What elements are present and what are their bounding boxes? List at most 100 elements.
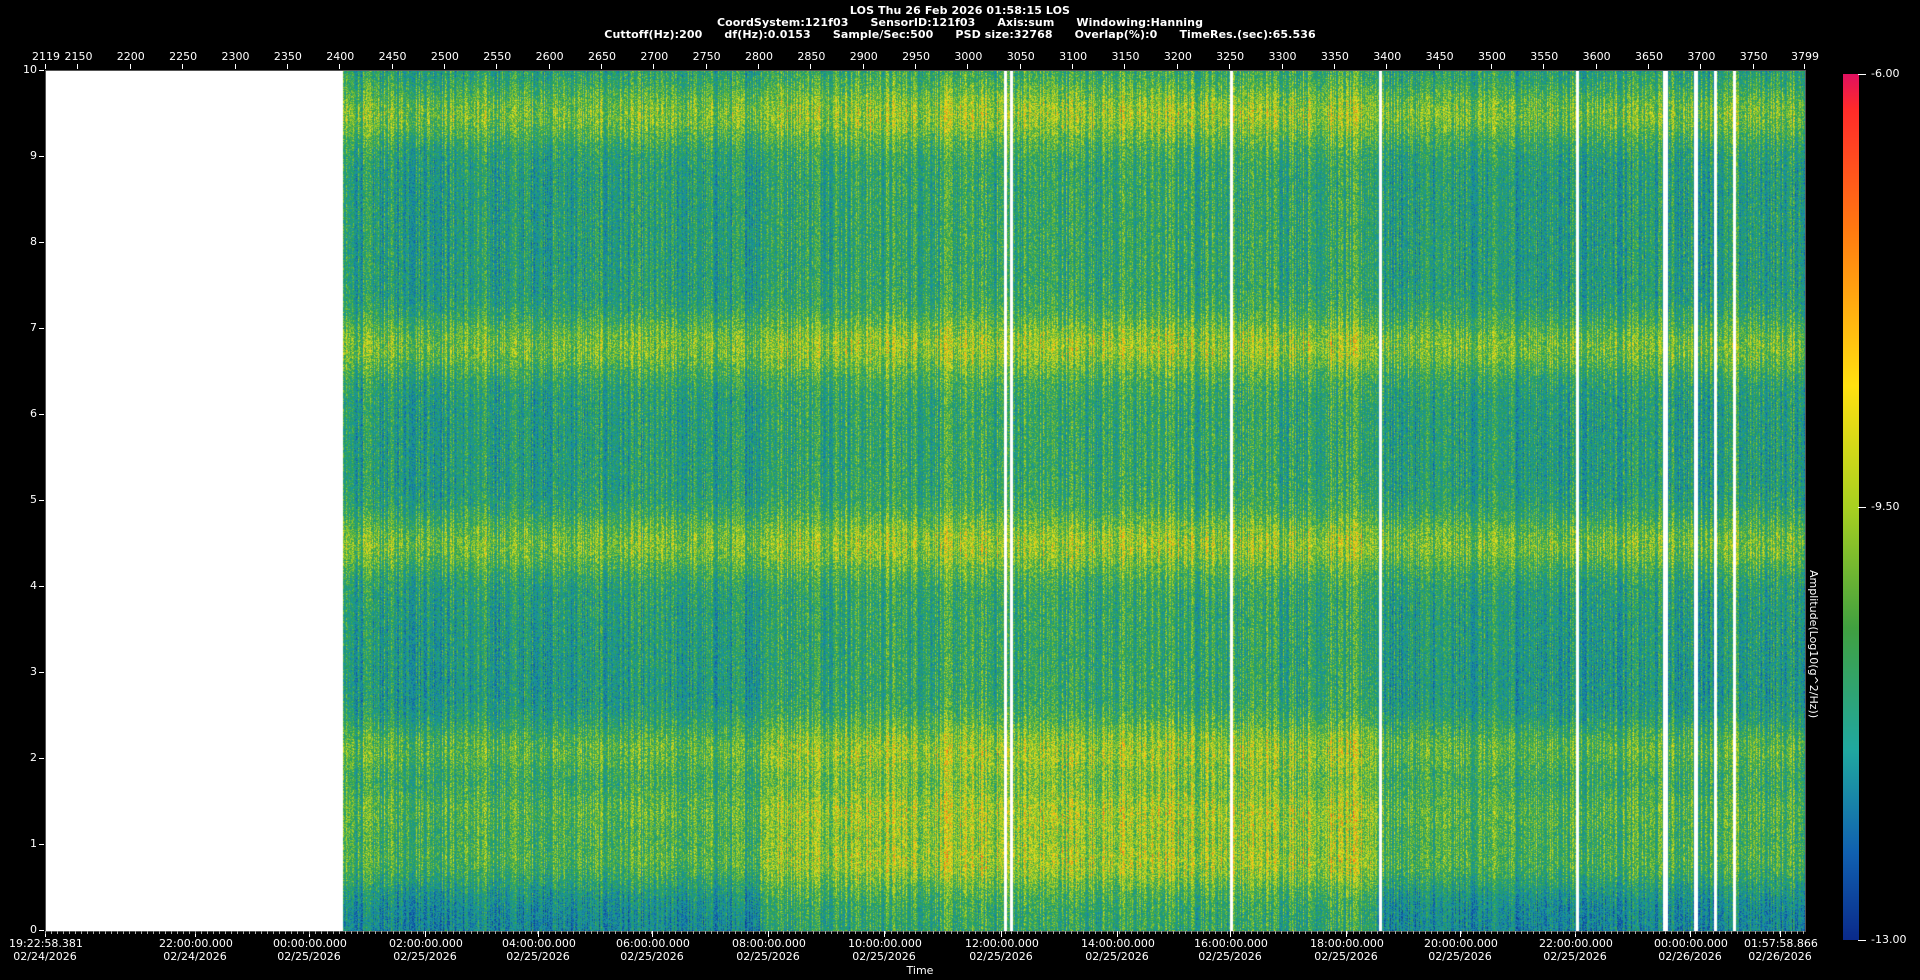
spectrogram-heatmap[interactable]	[46, 71, 1805, 931]
time-minor-tick	[855, 931, 856, 934]
time-minor-tick	[1143, 931, 1144, 934]
time-tick-time: 22:00:00.000	[1539, 937, 1613, 950]
time-minor-tick	[1287, 931, 1288, 934]
top-tick-label: 2900	[849, 50, 878, 63]
time-minor-tick	[753, 931, 754, 934]
time-minor-tick	[1647, 931, 1648, 934]
time-minor-tick	[1737, 931, 1738, 934]
time-minor-tick	[267, 931, 268, 934]
time-tick-time: 18:00:00.000	[1310, 937, 1384, 950]
top-tick-label: 3350	[1320, 50, 1349, 63]
time-minor-tick	[1437, 931, 1438, 934]
top-tick-label: 3150	[1111, 50, 1140, 63]
time-minor-tick	[375, 931, 376, 934]
time-minor-tick	[1323, 931, 1324, 934]
top-tick-label: 3400	[1373, 50, 1402, 63]
time-minor-tick	[273, 931, 274, 934]
time-tick-date: 02/25/2026	[277, 950, 341, 963]
time-tick-label: 10:00:00.000 02/25/2026	[848, 937, 922, 963]
time-tick-label: 12:00:00.000 02/25/2026	[965, 937, 1039, 963]
time-minor-tick	[1755, 931, 1756, 934]
time-tick-date: 02/25/2026	[1428, 950, 1492, 963]
time-minor-tick	[237, 931, 238, 934]
time-minor-tick	[321, 931, 322, 934]
time-minor-tick	[213, 931, 214, 934]
time-minor-tick	[243, 931, 244, 934]
time-tick-time: 06:00:00.000	[616, 937, 690, 950]
time-minor-tick	[597, 931, 598, 934]
time-minor-tick	[219, 931, 220, 934]
time-minor-tick	[117, 931, 118, 934]
time-minor-tick	[75, 931, 76, 934]
top-tick-mark	[339, 64, 341, 69]
time-minor-tick	[327, 931, 328, 934]
time-minor-tick	[723, 931, 724, 934]
top-tick-label: 3500	[1477, 50, 1506, 63]
time-minor-tick	[1107, 931, 1108, 934]
time-minor-tick	[921, 931, 922, 934]
top-tick-mark	[1229, 64, 1231, 69]
time-minor-tick	[1041, 931, 1042, 934]
time-minor-tick	[1275, 931, 1276, 934]
time-minor-tick	[1317, 931, 1318, 934]
time-minor-tick	[1269, 931, 1270, 934]
top-tick-label: 2300	[221, 50, 250, 63]
time-tick-time: 00:00:00.000	[273, 937, 347, 950]
colorbar-tick-label: -13.00	[1871, 933, 1907, 946]
time-minor-tick	[129, 931, 130, 934]
time-minor-tick	[1509, 931, 1510, 934]
time-minor-tick	[795, 931, 796, 934]
time-minor-tick	[447, 931, 448, 934]
top-tick-label: 3000	[954, 50, 983, 63]
time-minor-tick	[1011, 931, 1012, 934]
colorbar-tick-mark	[1858, 940, 1866, 941]
time-tick-date: 02/24/2026	[13, 950, 77, 963]
time-minor-tick	[1551, 931, 1552, 934]
time-minor-tick	[1005, 931, 1006, 934]
time-minor-tick	[987, 931, 988, 934]
time-minor-tick	[1659, 931, 1660, 934]
time-minor-tick	[735, 931, 736, 934]
top-tick-mark	[1804, 64, 1805, 69]
spectrogram-plot[interactable]	[45, 70, 1806, 932]
top-tick-mark	[77, 64, 79, 69]
y-tick-mark	[39, 414, 44, 415]
top-tick-mark	[234, 64, 236, 69]
time-minor-tick	[1599, 931, 1600, 934]
time-minor-tick	[1629, 931, 1630, 934]
time-minor-tick	[1785, 931, 1786, 934]
time-minor-tick	[1491, 931, 1492, 934]
time-minor-tick	[333, 931, 334, 934]
time-minor-tick	[159, 931, 160, 934]
time-minor-tick	[183, 931, 184, 934]
time-minor-tick	[411, 931, 412, 934]
time-minor-tick	[759, 931, 760, 934]
time-minor-tick	[1521, 931, 1522, 934]
time-tick-label: 14:00:00.000 02/25/2026	[1081, 937, 1155, 963]
time-minor-tick	[177, 931, 178, 934]
time-minor-tick	[261, 931, 262, 934]
time-minor-tick	[1713, 931, 1714, 934]
time-minor-tick	[1389, 931, 1390, 934]
time-tick-mark	[1117, 931, 1118, 937]
time-minor-tick	[465, 931, 466, 934]
time-minor-tick	[1749, 931, 1750, 934]
top-tick-label: 3200	[1163, 50, 1192, 63]
time-minor-tick	[879, 931, 880, 934]
time-minor-tick	[831, 931, 832, 934]
time-tick-date: 02/25/2026	[969, 950, 1033, 963]
time-tick-date: 02/25/2026	[1543, 950, 1607, 963]
time-minor-tick	[567, 931, 568, 934]
time-minor-tick	[789, 931, 790, 934]
time-tick-label: 20:00:00.000 02/25/2026	[1424, 937, 1498, 963]
time-tick-date: 02/25/2026	[506, 950, 570, 963]
time-tick-date: 02/25/2026	[736, 950, 800, 963]
time-minor-tick	[1431, 931, 1432, 934]
time-minor-tick	[915, 931, 916, 934]
time-minor-tick	[1383, 931, 1384, 934]
time-minor-tick	[1047, 931, 1048, 934]
top-tick-mark	[1647, 64, 1649, 69]
time-minor-tick	[135, 931, 136, 934]
time-minor-tick	[969, 931, 970, 934]
time-minor-tick	[729, 931, 730, 934]
